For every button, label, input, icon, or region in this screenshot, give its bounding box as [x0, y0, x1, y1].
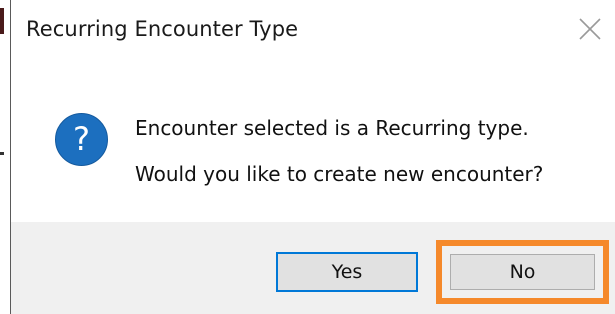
button-bar: Yes No [11, 222, 615, 314]
no-button[interactable]: No [450, 254, 595, 290]
yes-button[interactable]: Yes [276, 252, 418, 292]
close-icon[interactable] [577, 16, 603, 42]
background-window-fragment [0, 8, 4, 34]
svg-text:?: ? [73, 120, 90, 158]
dialog-content: ? Encounter selected is a Recurring type… [11, 64, 615, 222]
title-bar: Recurring Encounter Type [11, 0, 615, 64]
message-line-2: Would you like to create new encounter? [135, 162, 544, 186]
dialog-window: Recurring Encounter Type ? Encounter sel… [0, 0, 615, 314]
background-window-fragment [0, 152, 4, 155]
question-icon: ? [54, 112, 109, 167]
message-line-1: Encounter selected is a Recurring type. [135, 116, 529, 140]
dialog-title: Recurring Encounter Type [26, 17, 299, 41]
no-button-highlight: No [436, 240, 609, 304]
background-window-edge [0, 0, 11, 314]
